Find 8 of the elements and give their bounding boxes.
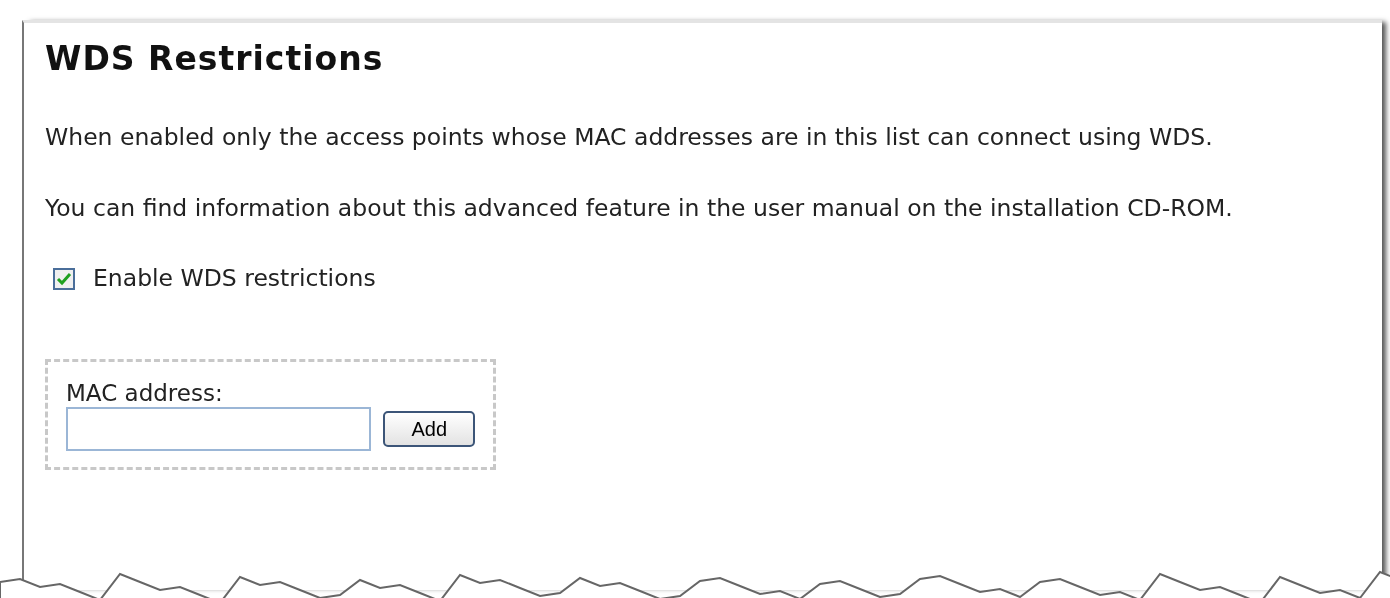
checkbox[interactable] xyxy=(53,267,75,290)
paragraph: You can find information about this advanced feature in the user manual on the installation CD-ROM. xyxy=(45,193,1234,225)
add-button[interactable]: Add xyxy=(383,411,475,448)
page-title: WDS Restrictions xyxy=(45,41,385,78)
mac-address-field[interactable] xyxy=(66,407,372,452)
checkbox-label: Enable WDS restrictions xyxy=(93,263,376,295)
paragraph: When enabled only the access points whose MAC addresses are in this list can connect using WDS. xyxy=(45,122,1214,154)
field-label: MAC address: xyxy=(66,379,224,408)
